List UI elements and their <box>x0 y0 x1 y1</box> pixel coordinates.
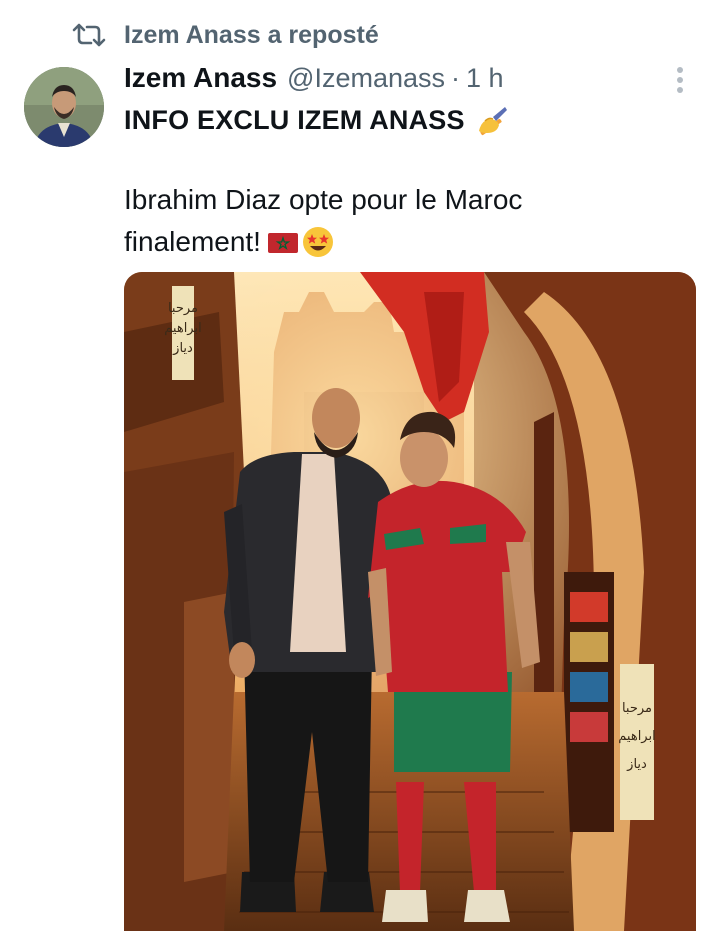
tweet-headline: INFO EXCLU IZEM ANASS <box>124 103 509 137</box>
more-dot-icon <box>677 77 683 83</box>
post-time[interactable]: 1 h <box>466 63 504 94</box>
writing-hand-emoji <box>475 103 509 137</box>
author-handle[interactable]: @Izemanass <box>287 63 445 94</box>
separator-dot: · <box>451 63 460 93</box>
repost-indicator[interactable]: Izem Anass a reposté <box>72 18 379 52</box>
repost-label: Izem Anass a reposté <box>124 20 379 49</box>
author-name[interactable]: Izem Anass <box>124 62 277 94</box>
headline-text: INFO EXCLU IZEM ANASS <box>124 104 465 135</box>
star-struck-emoji <box>301 225 335 259</box>
banner-bottom-line-1: مرحبا <box>622 701 652 716</box>
banner-top-line-2: ابراهيم <box>164 321 201 336</box>
more-dot-icon <box>677 67 683 73</box>
tweet-media-image[interactable]: مرحبا ابراهيم دياز مرحبا ابراهيم دياز <box>124 272 696 931</box>
tweet-header: Izem Anass @Izemanass · 1 h <box>124 62 504 100</box>
banner-bottom-line-3: دياز <box>626 757 647 772</box>
tweet-body-line-2: finalement! <box>124 225 335 259</box>
more-dot-icon <box>677 87 683 93</box>
more-options-button[interactable] <box>666 64 694 96</box>
banner-bottom-line-2: ابراهيم <box>618 729 655 744</box>
morocco-flag-emoji <box>267 230 299 254</box>
banner-top-line-1: مرحبا <box>168 301 198 316</box>
tweet-body-line-1: Ibrahim Diaz opte pour le Maroc <box>124 184 523 215</box>
body-line-2-text: finalement! <box>124 226 261 257</box>
repost-icon <box>72 20 106 50</box>
banner-top-line-3: دياز <box>172 341 193 356</box>
avatar[interactable] <box>24 67 104 147</box>
